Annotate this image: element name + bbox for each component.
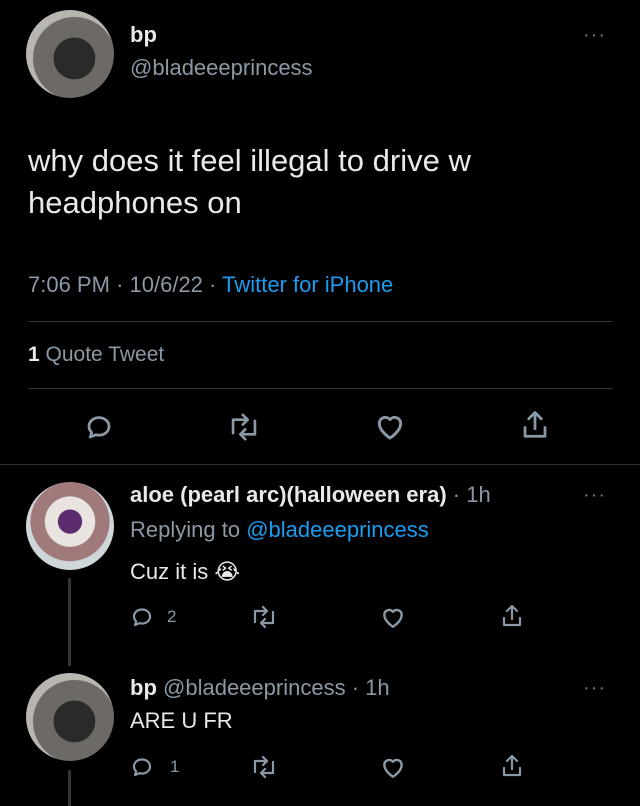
- more-icon[interactable]: ···: [583, 484, 606, 507]
- reply-header: bp @bladeeeprincess · 1h: [130, 675, 390, 701]
- avatar[interactable]: [26, 673, 114, 761]
- reply-text: Cuz it is 😭: [130, 559, 240, 585]
- reply-icon[interactable]: [130, 755, 154, 784]
- reply-time: · 1h: [452, 482, 491, 507]
- reply-count: 1: [170, 757, 180, 776]
- crying-emoji: 😭: [214, 559, 241, 584]
- separator: ·: [116, 272, 124, 297]
- reply-header: aloe (pearl arc)(halloween era) · 1h: [130, 482, 491, 508]
- retweet-icon[interactable]: [227, 412, 261, 447]
- avatar[interactable]: [26, 482, 114, 570]
- reply-text-content: Cuz it is: [130, 559, 209, 584]
- share-icon[interactable]: [500, 602, 524, 635]
- thread-line: [68, 578, 71, 666]
- user-handle[interactable]: @bladeeeprincess: [163, 675, 346, 700]
- share-icon[interactable]: [500, 752, 524, 785]
- display-name[interactable]: bp: [130, 675, 157, 700]
- tweet-text-line: headphones on: [28, 185, 242, 220]
- replying-to-handle[interactable]: @bladeeeprincess: [246, 517, 429, 542]
- like-icon[interactable]: [380, 755, 406, 784]
- tweet-source-link[interactable]: Twitter for iPhone: [222, 272, 393, 297]
- reply-text: ARE U FR: [130, 708, 233, 733]
- tweet-text: why does it feel illegal to drive w head…: [28, 140, 471, 224]
- replying-to: Replying to @bladeeeprincess: [130, 517, 429, 543]
- display-name[interactable]: aloe (pearl arc)(halloween era): [130, 482, 447, 507]
- more-icon[interactable]: ···: [583, 24, 606, 47]
- display-name[interactable]: bp: [130, 22, 157, 48]
- quote-label: Quote Tweet: [45, 343, 165, 366]
- avatar[interactable]: [26, 10, 114, 98]
- quote-count: 1: [28, 343, 40, 366]
- tweet-text-line: why does it feel illegal to drive w: [28, 143, 471, 178]
- user-handle[interactable]: @bladeeeprincess: [130, 55, 313, 81]
- like-icon[interactable]: [380, 605, 406, 634]
- reply-icon[interactable]: [130, 605, 154, 634]
- tweet-date: 10/6/22: [129, 272, 203, 297]
- reply-count: 2: [167, 607, 177, 626]
- reply-icon[interactable]: [84, 412, 114, 447]
- divider: [28, 321, 613, 322]
- more-icon[interactable]: ···: [583, 677, 606, 700]
- like-icon[interactable]: [374, 411, 406, 446]
- separator: ·: [209, 272, 217, 297]
- share-icon[interactable]: [520, 408, 550, 447]
- retweet-icon[interactable]: [250, 755, 278, 784]
- divider: [0, 464, 640, 465]
- quote-tweets-stat[interactable]: 1 Quote Tweet: [28, 343, 164, 367]
- tweet-time: 7:06 PM: [28, 272, 110, 297]
- thread-line: [68, 770, 71, 806]
- divider: [28, 388, 613, 389]
- tweet-meta: 7:06 PM · 10/6/22 · Twitter for iPhone: [28, 272, 393, 298]
- replying-to-label: Replying to: [130, 517, 241, 542]
- reply-time: · 1h: [351, 675, 390, 700]
- retweet-icon[interactable]: [250, 605, 278, 634]
